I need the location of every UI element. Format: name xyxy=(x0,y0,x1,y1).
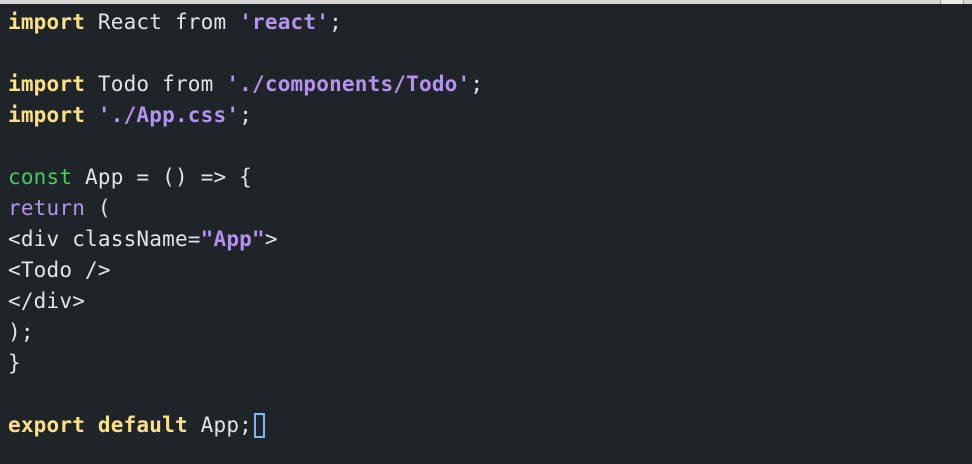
text-cursor xyxy=(254,413,266,438)
string-literal: 'react' xyxy=(239,10,330,34)
code-line-11: ); xyxy=(8,317,964,348)
code-line-8: <div className="App"> xyxy=(8,224,964,255)
string-literal: "App" xyxy=(200,227,265,251)
scroll-notch xyxy=(940,0,964,4)
const-keyword: const xyxy=(8,165,73,189)
window-top-bar xyxy=(0,0,972,4)
code-line-1: import React from 'react'; xyxy=(8,7,964,38)
import-keyword: import xyxy=(8,72,86,96)
string-literal: './App.css' xyxy=(97,103,240,127)
import-keyword: import xyxy=(8,10,86,34)
code-text: </div> xyxy=(8,289,86,313)
code-line-6: const App = () => { xyxy=(8,162,964,193)
code-text: React from xyxy=(85,10,240,34)
code-text: ; xyxy=(239,103,253,127)
code-text: > xyxy=(264,227,278,251)
code-line-10: </div> xyxy=(8,286,964,317)
export-keyword: export xyxy=(8,413,86,437)
code-line-14: export default App; xyxy=(8,410,964,441)
code-text: App = () => { xyxy=(72,165,253,189)
code-line-7: return ( xyxy=(8,193,964,224)
code-text: ; xyxy=(470,72,484,96)
string-literal: './components/Todo' xyxy=(226,72,471,96)
import-keyword: import xyxy=(8,103,86,127)
default-keyword: default xyxy=(97,413,188,437)
code-text: } xyxy=(8,351,21,375)
code-text: Todo from xyxy=(85,72,227,96)
code-line-3: import Todo from './components/Todo'; xyxy=(8,69,964,100)
code-editor[interactable]: import React from 'react'; import Todo f… xyxy=(8,7,964,457)
code-text: ( xyxy=(85,196,111,220)
code-text: ; xyxy=(329,10,342,34)
code-text: App; xyxy=(187,413,253,437)
code-text: <div className= xyxy=(8,227,201,251)
code-line-4: import './App.css'; xyxy=(8,100,964,131)
code-text: ); xyxy=(8,320,34,344)
code-line-9: <Todo /> xyxy=(8,255,964,286)
code-text: <Todo /> xyxy=(8,258,111,282)
code-line-12: } xyxy=(8,348,964,379)
return-keyword: return xyxy=(8,196,86,220)
